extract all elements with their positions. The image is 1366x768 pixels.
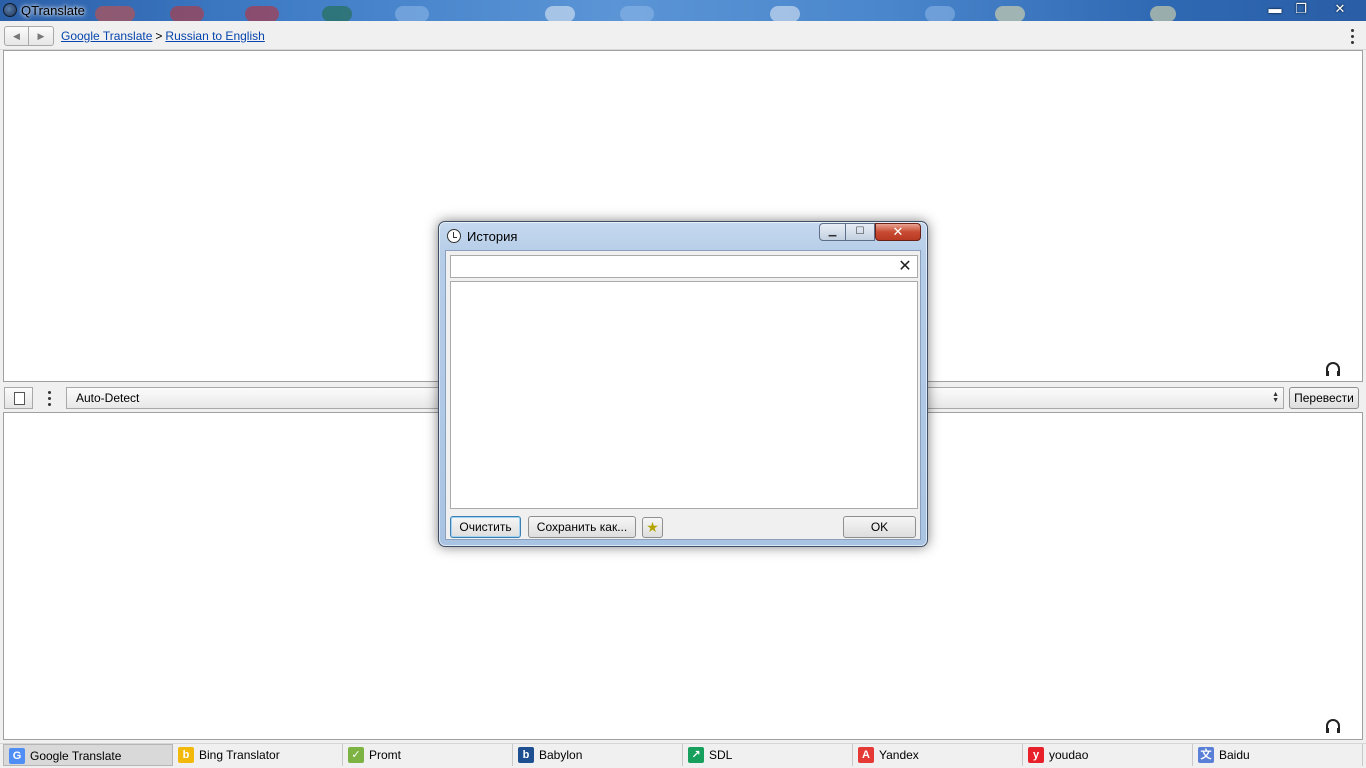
service-tab[interactable]: ✓ Promt <box>343 744 513 766</box>
new-document-button[interactable] <box>4 387 33 409</box>
translate-button[interactable]: Перевести <box>1289 387 1359 409</box>
listen-source-icon[interactable] <box>1326 362 1340 376</box>
breadcrumb-service-link[interactable]: Google Translate <box>61 29 152 43</box>
background-decoration <box>245 6 279 21</box>
qtranslate-app-icon <box>3 3 17 17</box>
title-bar: QTranslate ▬ ❐ ✕ <box>0 0 1366 21</box>
youdao-icon: y <box>1028 747 1044 763</box>
service-tab[interactable]: G Google Translate <box>3 744 173 766</box>
minimize-icon: ▁ <box>828 226 837 237</box>
listen-translation-icon[interactable] <box>1326 719 1340 733</box>
clear-history-button[interactable]: Очистить <box>450 516 521 538</box>
dialog-title: История <box>467 229 518 244</box>
service-tab-label: youdao <box>1049 748 1089 762</box>
save-as-button[interactable]: Сохранить как... <box>528 516 636 538</box>
background-decoration <box>770 6 800 21</box>
history-list[interactable] <box>450 281 918 509</box>
service-tab[interactable]: A Yandex <box>853 744 1023 766</box>
minimize-button[interactable]: ▬ <box>1262 0 1288 18</box>
options-menu-button[interactable] <box>44 389 54 407</box>
dialog-close-button[interactable]: ✕ <box>875 223 921 241</box>
dialog-body: ✕ Очистить Сохранить как... ★ OK <box>445 250 921 540</box>
maximize-icon: ☐ <box>855 226 865 237</box>
service-tab-label: Babylon <box>539 748 583 762</box>
history-dialog: История ▁ ☐ ✕ ✕ Очистить Сохранить как..… <box>438 221 928 547</box>
kebab-menu-icon <box>1350 28 1354 32</box>
background-decoration <box>95 6 135 21</box>
breadcrumb-direction-link[interactable]: Russian to English <box>165 29 264 43</box>
service-tab[interactable]: b Babylon <box>513 744 683 766</box>
main-menu-button[interactable] <box>1347 27 1357 45</box>
background-decoration <box>925 6 955 21</box>
service-tab-label: Baidu <box>1219 748 1250 762</box>
yandex-icon: A <box>858 747 874 763</box>
google-icon: G <box>9 748 25 764</box>
sdl-icon: ↗ <box>688 747 704 763</box>
kebab-menu-icon <box>47 390 51 394</box>
service-tab-label: Bing Translator <box>199 748 280 762</box>
close-icon: ✕ <box>1334 1 1346 16</box>
favorites-button[interactable]: ★ <box>642 517 663 538</box>
promt-icon: ✓ <box>348 747 364 763</box>
service-tabs: G Google Translate b Bing Translator ✓ Promt b… <box>0 743 1366 768</box>
document-icon <box>14 392 25 405</box>
service-tab[interactable]: b Bing Translator <box>173 744 343 766</box>
baidu-icon: 文 <box>1198 747 1214 763</box>
dialog-minimize-button[interactable]: ▁ <box>819 223 846 241</box>
arrow-right-icon: ▶ <box>37 31 45 41</box>
select-arrows-icon: ▲ ▼ <box>1272 391 1279 404</box>
background-decoration <box>395 6 429 21</box>
source-language-value: Auto-Detect <box>76 391 140 405</box>
service-tab-label: Google Translate <box>30 749 122 763</box>
background-decoration <box>995 6 1025 21</box>
background-decoration <box>1150 6 1176 21</box>
background-decoration <box>322 6 352 21</box>
service-tab[interactable]: 文 Baidu <box>1193 744 1363 766</box>
close-window-button[interactable]: ✕ <box>1326 0 1354 18</box>
forward-button[interactable]: ▶ <box>29 26 54 46</box>
maximize-button[interactable]: ❐ <box>1288 0 1314 18</box>
background-decoration <box>170 6 204 21</box>
clear-search-button[interactable]: ✕ <box>896 257 914 276</box>
ok-button[interactable]: OK <box>843 516 916 538</box>
maximize-icon: ❐ <box>1295 1 1307 16</box>
window-title: QTranslate <box>21 3 85 18</box>
history-search-input[interactable]: ✕ <box>450 255 918 278</box>
service-tab[interactable]: y youdao <box>1023 744 1193 766</box>
close-icon: ✕ <box>898 258 912 275</box>
star-icon: ★ <box>646 519 659 535</box>
babylon-icon: b <box>518 747 534 763</box>
minimize-icon: ▬ <box>1268 1 1282 16</box>
breadcrumb-separator: > <box>155 29 163 43</box>
service-tab-label: Yandex <box>879 748 919 762</box>
dialog-maximize-button[interactable]: ☐ <box>846 223 875 241</box>
back-button[interactable]: ◀ <box>4 26 29 46</box>
arrow-left-icon: ◀ <box>13 31 20 41</box>
service-tab-label: SDL <box>709 748 733 762</box>
clock-icon <box>447 229 461 243</box>
breadcrumb: Google Translate > Russian to English <box>61 29 265 43</box>
service-tab[interactable]: ↗ SDL <box>683 744 853 766</box>
background-decoration <box>545 6 575 21</box>
toolbar: ◀ ▶ Google Translate > Russian to English <box>0 21 1366 50</box>
close-icon: ✕ <box>892 224 904 239</box>
background-decoration <box>620 6 654 21</box>
service-tab-label: Promt <box>369 748 402 762</box>
bing-icon: b <box>178 747 194 763</box>
